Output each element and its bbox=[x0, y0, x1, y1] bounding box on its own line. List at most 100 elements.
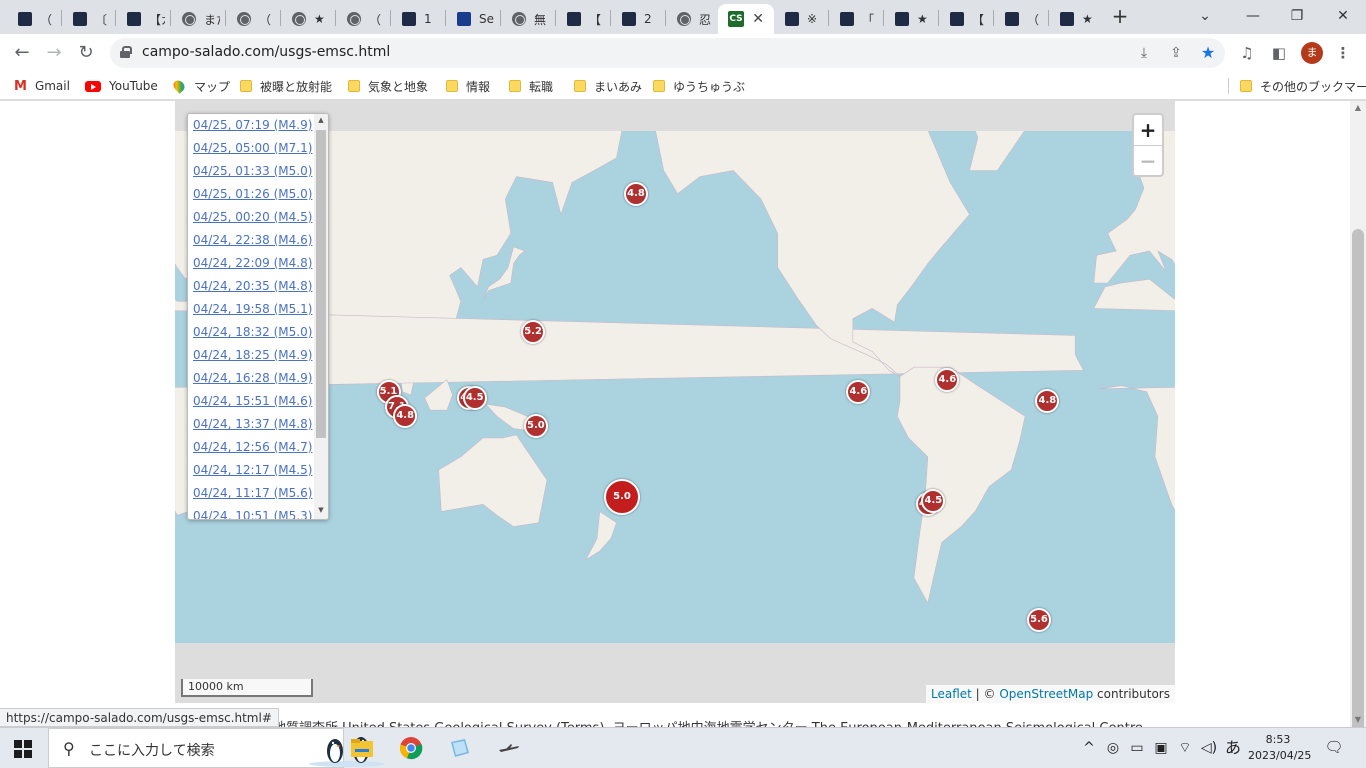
file-explorer-icon[interactable] bbox=[350, 736, 374, 760]
bookmark-folder-jobs[interactable]: 転職 bbox=[509, 78, 553, 94]
tab[interactable]: 【 bbox=[557, 4, 609, 34]
list-scrollbar[interactable]: ▲ ▼ bbox=[314, 114, 328, 519]
earthquake-list-item[interactable]: 04/24, 22:38 (M4.6) bbox=[188, 229, 314, 252]
notifications-icon[interactable]: 🗨 bbox=[1324, 738, 1344, 758]
tab-search-icon[interactable]: ⌄ bbox=[1190, 6, 1220, 26]
page-scroll-up-icon[interactable]: ▲ bbox=[1350, 101, 1366, 115]
bookmark-folder-maiami[interactable]: まいあみ bbox=[574, 78, 642, 94]
reload-button[interactable]: ↻ bbox=[74, 41, 98, 65]
media-control-icon[interactable]: ♫ bbox=[1236, 42, 1258, 64]
tab[interactable]: Se bbox=[447, 4, 499, 34]
show-hidden-icons-icon[interactable]: ^ bbox=[1080, 738, 1098, 758]
earthquake-list-item[interactable]: 04/25, 07:19 (M4.9) bbox=[188, 114, 314, 137]
chrome-icon[interactable] bbox=[399, 736, 423, 760]
ime-indicator[interactable]: あ bbox=[1224, 738, 1242, 758]
earthquake-list-item[interactable]: 04/24, 20:35 (M4.8) bbox=[188, 275, 314, 298]
forward-button[interactable]: → bbox=[42, 41, 66, 65]
earthquake-marker[interactable]: 4.5 bbox=[462, 385, 487, 410]
list-scroll-thumb[interactable] bbox=[316, 130, 326, 438]
back-button[interactable]: ← bbox=[10, 41, 34, 65]
bookmark-folder-info[interactable]: 情報 bbox=[446, 78, 490, 94]
earthquake-list-item[interactable]: 04/25, 00:20 (M4.5) bbox=[188, 206, 314, 229]
earthquake-marker[interactable]: 5.2 bbox=[521, 320, 546, 345]
earthquake-map[interactable]: 04/25, 07:19 (M4.9) 04/25, 05:00 (M7.1) 04… bbox=[175, 101, 1175, 703]
wifi-icon[interactable]: ⌔ bbox=[1176, 738, 1194, 758]
menu-icon[interactable]: ⋮ bbox=[1332, 42, 1354, 64]
profile-avatar[interactable]: ま bbox=[1301, 42, 1323, 64]
windows-start-button[interactable] bbox=[14, 740, 32, 758]
bookmark-maps[interactable]: マップ bbox=[171, 78, 230, 94]
camera-icon[interactable]: ◎ bbox=[1104, 738, 1122, 758]
tab[interactable]: ★ bbox=[1050, 4, 1102, 34]
earthquake-marker[interactable]: 4.6 bbox=[846, 379, 871, 404]
taskbar-clock[interactable]: 8:53 2023/04/25 bbox=[1248, 732, 1311, 764]
tab[interactable]: 【 bbox=[940, 4, 992, 34]
zoom-out-button[interactable]: − bbox=[1134, 145, 1162, 175]
earthquake-list-item[interactable]: 04/24, 16:28 (M4.9) bbox=[188, 367, 314, 390]
share-icon[interactable]: ⇪ bbox=[1165, 42, 1187, 64]
page-scroll-thumb[interactable] bbox=[1352, 229, 1364, 733]
earthquake-list-item[interactable]: 04/24, 19:58 (M5.1) bbox=[188, 298, 314, 321]
tab-active[interactable]: CS ✕ bbox=[718, 4, 774, 34]
volume-icon[interactable]: ◁) bbox=[1200, 738, 1218, 758]
earthquake-marker[interactable]: 5.0 bbox=[604, 479, 641, 516]
earthquake-marker[interactable]: 4.8 bbox=[623, 181, 648, 206]
earthquake-list-item[interactable]: 04/24, 18:25 (M4.9) bbox=[188, 344, 314, 367]
install-icon[interactable]: ⤓ bbox=[1133, 42, 1155, 64]
earthquake-list-item[interactable]: 04/25, 05:00 (M7.1) bbox=[188, 137, 314, 160]
minimize-icon[interactable]: — bbox=[1238, 6, 1268, 26]
leaflet-link[interactable]: Leaflet bbox=[931, 687, 972, 701]
earthquake-marker[interactable]: 5.0 bbox=[523, 413, 548, 438]
tab[interactable]: ★ bbox=[282, 4, 334, 34]
notepad-app-icon[interactable] bbox=[448, 736, 472, 760]
bookmark-folder-radiation[interactable]: 被曝と放射能 bbox=[240, 78, 332, 94]
tab[interactable]: （ bbox=[8, 4, 60, 34]
earthquake-list-item[interactable]: 04/24, 15:51 (M4.6) bbox=[188, 390, 314, 413]
url-text[interactable]: campo-salado.com/usgs-emsc.html bbox=[142, 44, 390, 60]
tab[interactable]: 忍 bbox=[667, 4, 719, 34]
close-tab-icon[interactable]: ✕ bbox=[752, 11, 764, 27]
bookmark-folder-youtube[interactable]: ゆうちゅうぶ bbox=[653, 78, 745, 94]
earthquake-list-item[interactable]: 04/24, 11:17 (M5.6) bbox=[188, 482, 314, 505]
display-icon[interactable]: ▣ bbox=[1152, 738, 1170, 758]
tab[interactable]: （ bbox=[337, 4, 389, 34]
earthquake-list-item[interactable]: 04/24, 10:51 (M5.3) bbox=[188, 505, 314, 519]
airplane-app-icon[interactable] bbox=[497, 736, 521, 760]
osm-link[interactable]: OpenStreetMap bbox=[999, 687, 1093, 701]
tab[interactable]: 無 bbox=[502, 4, 554, 34]
earthquake-list-item[interactable]: 04/24, 22:09 (M4.8) bbox=[188, 252, 314, 275]
tab[interactable]: ★ bbox=[885, 4, 937, 34]
taskbar-search[interactable]: ⚲ ここに入力して検索 bbox=[48, 728, 385, 768]
earthquake-list-item[interactable]: 04/24, 13:37 (M4.8) bbox=[188, 413, 314, 436]
scroll-up-icon[interactable]: ▲ bbox=[314, 116, 328, 128]
tab[interactable]: 【ガ bbox=[117, 4, 169, 34]
bookmark-star-icon[interactable]: ★ bbox=[1197, 42, 1219, 64]
earthquake-list[interactable]: 04/25, 07:19 (M4.9) 04/25, 05:00 (M7.1) 04… bbox=[187, 113, 329, 520]
tab[interactable]: ※ bbox=[775, 4, 827, 34]
page-scrollbar[interactable]: ▲ ▼ bbox=[1350, 101, 1366, 733]
tab[interactable]: （ bbox=[227, 4, 279, 34]
page-scroll-down-icon[interactable]: ▼ bbox=[1350, 713, 1366, 727]
earthquake-marker[interactable]: 4.5 bbox=[921, 488, 946, 513]
zoom-in-button[interactable]: + bbox=[1134, 115, 1162, 145]
bookmark-folder-weather[interactable]: 気象と地象 bbox=[348, 78, 428, 94]
maximize-icon[interactable]: ❐ bbox=[1282, 6, 1312, 26]
other-bookmarks[interactable]: その他のブックマーク bbox=[1240, 78, 1366, 94]
lock-icon[interactable] bbox=[120, 46, 132, 58]
address-bar[interactable]: campo-salado.com/usgs-emsc.html ⤓ ⇪ ★ bbox=[110, 38, 1225, 68]
new-tab-button[interactable]: + bbox=[1108, 5, 1132, 29]
scroll-down-icon[interactable]: ▼ bbox=[314, 506, 328, 518]
close-window-icon[interactable]: ✕ bbox=[1328, 6, 1358, 26]
bookmark-gmail[interactable]: M Gmail bbox=[14, 78, 70, 94]
tab[interactable]: 「 bbox=[830, 4, 882, 34]
earthquake-list-item[interactable]: 04/25, 01:33 (M5.0) bbox=[188, 160, 314, 183]
tab[interactable]: また bbox=[172, 4, 224, 34]
earthquake-marker[interactable]: 5.6 bbox=[1027, 607, 1052, 632]
bookmark-youtube[interactable]: YouTube bbox=[85, 78, 158, 94]
earthquake-list-item[interactable]: 04/25, 01:26 (M5.0) bbox=[188, 183, 314, 206]
tab[interactable]: 〔 bbox=[63, 4, 115, 34]
earthquake-list-item[interactable]: 04/24, 12:56 (M4.7) bbox=[188, 436, 314, 459]
tab[interactable]: 1 bbox=[392, 4, 444, 34]
battery-icon[interactable]: ▭ bbox=[1128, 738, 1146, 758]
earthquake-list-item[interactable]: 04/24, 12:17 (M4.5) bbox=[188, 459, 314, 482]
